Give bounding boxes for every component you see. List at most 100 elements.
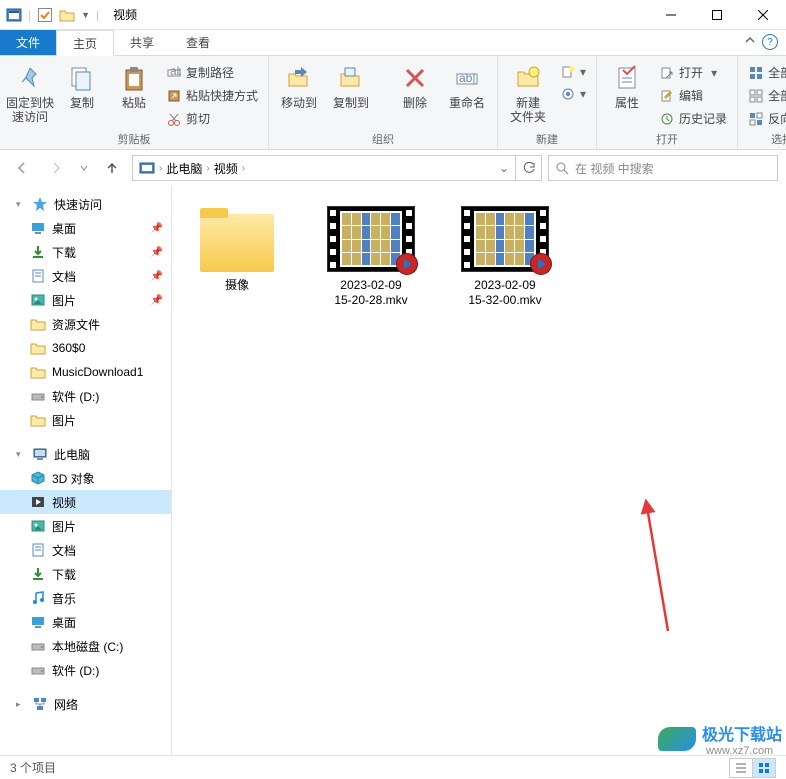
delete-button[interactable]: 删除 — [391, 58, 439, 110]
up-button[interactable] — [98, 156, 126, 180]
folder-item[interactable]: 摄像 — [182, 206, 292, 293]
folder-icon — [30, 316, 46, 332]
edit-icon — [659, 88, 675, 104]
addressbar[interactable]: › 此电脑 › 视频 › ⌄ — [132, 155, 516, 181]
sidebar-item[interactable]: 文档 — [0, 538, 171, 562]
recent-button[interactable] — [76, 156, 92, 180]
play-icon — [396, 253, 418, 275]
address-dropdown[interactable]: ⌄ — [495, 161, 513, 175]
chevron-down-icon[interactable]: ▾ — [16, 199, 26, 210]
icons-view-button[interactable] — [752, 758, 776, 778]
edit-button[interactable]: 编辑 — [655, 85, 731, 106]
tab-view[interactable]: 查看 — [170, 30, 226, 55]
copy-path-button[interactable]: abc复制路径 — [162, 62, 262, 83]
collapse-ribbon-button[interactable] — [744, 34, 756, 46]
sidebar-item-label: 图片 — [52, 292, 76, 309]
annotation-arrow — [638, 496, 678, 636]
breadcrumb-videos[interactable]: 视频 — [210, 160, 242, 177]
sidebar-item-label: 软件 (D:) — [52, 662, 99, 679]
ribbon: 固定到快 速访问 复制 粘贴 abc复制路径 粘贴快捷方式 剪切 剪贴板 移动到 — [0, 56, 786, 150]
sidebar-item[interactable]: 下载📌 — [0, 240, 171, 264]
moveto-button[interactable]: 移动到 — [275, 58, 323, 110]
easyaccess-button[interactable]: ▾ — [556, 84, 590, 104]
chevron-down-icon[interactable]: ▾ — [16, 449, 26, 460]
sidebar-item[interactable]: 图片📌 — [0, 288, 171, 312]
paste-shortcut-button[interactable]: 粘贴快捷方式 — [162, 85, 262, 106]
selectnone-icon — [748, 88, 764, 104]
sidebar-item[interactable]: 视频 — [0, 490, 171, 514]
breadcrumb-root[interactable] — [135, 161, 159, 175]
cut-button[interactable]: 剪切 — [162, 108, 262, 129]
refresh-button[interactable] — [516, 155, 542, 181]
sidebar-item[interactable]: 文档📌 — [0, 264, 171, 288]
sidebar-item-label: 文档 — [52, 268, 76, 285]
details-view-button[interactable] — [729, 758, 753, 778]
sidebar-item-label: 桌面 — [52, 220, 76, 237]
checkbox-icon[interactable] — [37, 7, 53, 23]
history-button[interactable]: 历史记录 — [655, 108, 731, 129]
sidebar-item[interactable]: 桌面 📌 — [0, 216, 171, 240]
video-file-item[interactable]: 2023-02-09 15-32-00.mkv — [450, 206, 560, 308]
paste-icon — [118, 62, 150, 94]
newfolder-button[interactable]: 新建 文件夹 — [504, 58, 552, 124]
copy-button[interactable]: 复制 — [58, 58, 106, 110]
star-icon — [32, 196, 48, 212]
sidebar-item[interactable]: 音乐 — [0, 586, 171, 610]
newitem-button[interactable]: ▾ — [556, 62, 590, 82]
qat-dropdown[interactable]: ▼ — [81, 10, 90, 20]
rename-button[interactable]: ab| 重命名 — [443, 58, 491, 110]
maximize-button[interactable] — [694, 0, 740, 30]
breadcrumb-sep[interactable]: › — [242, 163, 245, 174]
sidebar-item[interactable]: 资源文件 — [0, 312, 171, 336]
navigation-pane[interactable]: ▾ 快速访问 桌面 📌 下载📌文档📌图片📌 资源文件 360$0 MusicDownloa… — [0, 186, 172, 755]
tab-share[interactable]: 共享 — [114, 30, 170, 55]
search-placeholder: 在 视频 中搜索 — [575, 160, 654, 177]
breadcrumb-pc[interactable]: 此电脑 — [162, 160, 206, 177]
tree-network[interactable]: ▸ 网络 — [0, 692, 171, 716]
sidebar-item[interactable]: 图片 — [0, 514, 171, 538]
sidebar-item-label: 资源文件 — [52, 316, 100, 333]
back-button[interactable] — [8, 156, 36, 180]
tab-home[interactable]: 主页 — [56, 30, 114, 56]
sidebar-item[interactable]: 3D 对象 — [0, 466, 171, 490]
search-input[interactable]: 在 视频 中搜索 — [548, 155, 778, 181]
properties-button[interactable]: 属性 — [603, 58, 651, 110]
svg-text:abc: abc — [170, 66, 181, 78]
sidebar-item[interactable]: 软件 (D:) — [0, 658, 171, 682]
forward-button[interactable] — [42, 156, 70, 180]
svg-text:ab|: ab| — [459, 71, 475, 85]
shortcut-icon — [166, 88, 182, 104]
sidebar-item[interactable]: 软件 (D:) — [0, 384, 171, 408]
sidebar-item[interactable]: 本地磁盘 (C:) — [0, 634, 171, 658]
window-controls — [648, 0, 786, 30]
quick-access-toolbar: | ▼ | — [0, 7, 105, 23]
paste-button[interactable]: 粘贴 — [110, 58, 158, 110]
file-list[interactable]: 摄像 2023-02-09 15-20-28.mkv2023-02-09 15-3… — [172, 186, 786, 755]
close-button[interactable] — [740, 0, 786, 30]
tree-thispc[interactable]: ▾ 此电脑 — [0, 442, 171, 466]
sidebar-item-label: 360$0 — [52, 341, 85, 355]
selectall-button[interactable]: 全部选择 — [744, 62, 786, 83]
easyaccess-icon — [560, 86, 576, 102]
minimize-button[interactable] — [648, 0, 694, 30]
selectnone-button[interactable]: 全部取消 — [744, 85, 786, 106]
pin-button[interactable]: 固定到快 速访问 — [6, 58, 54, 124]
selectinvert-button[interactable]: 反向选择 — [744, 108, 786, 129]
sidebar-item[interactable]: 下载 — [0, 562, 171, 586]
copyto-button[interactable]: 复制到 — [327, 58, 375, 110]
help-button[interactable]: ? — [762, 34, 778, 50]
folder-icon — [30, 364, 46, 380]
video-file-item[interactable]: 2023-02-09 15-20-28.mkv — [316, 206, 426, 308]
folder-icon[interactable] — [59, 7, 75, 23]
sidebar-item[interactable]: MusicDownload1 — [0, 360, 171, 384]
open-button[interactable]: 打开▾ — [655, 62, 731, 83]
pin-icon: 📌 — [151, 223, 163, 234]
document-icon — [30, 542, 46, 558]
chevron-right-icon[interactable]: ▸ — [16, 699, 26, 710]
sidebar-item[interactable]: 桌面 — [0, 610, 171, 634]
folder-icon — [30, 412, 46, 428]
sidebar-item[interactable]: 360$0 — [0, 336, 171, 360]
tree-quickaccess[interactable]: ▾ 快速访问 — [0, 192, 171, 216]
sidebar-item[interactable]: 图片 — [0, 408, 171, 432]
tab-file[interactable]: 文件 — [0, 30, 56, 55]
